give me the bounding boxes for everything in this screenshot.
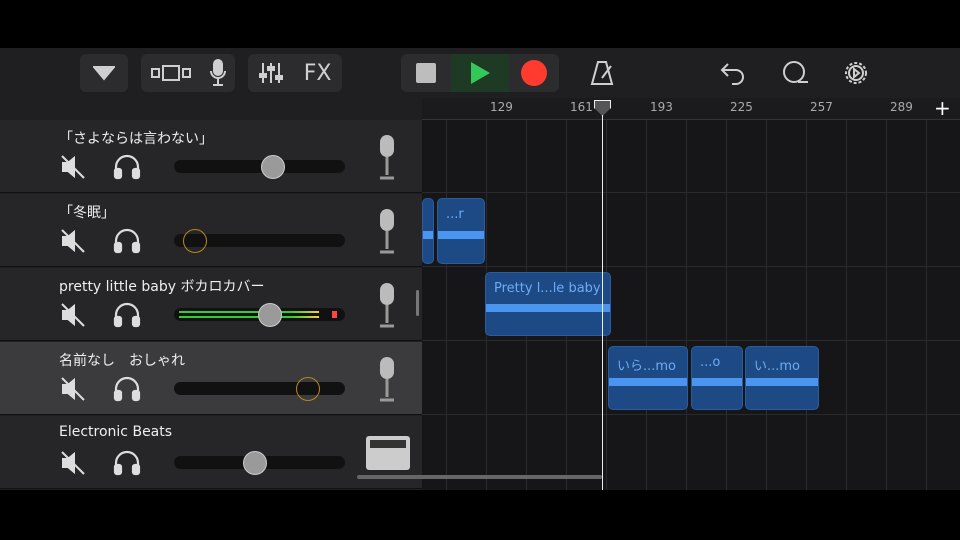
region-name: いら...mo (617, 359, 677, 374)
row-divider (422, 266, 960, 267)
bar-label: 289 (890, 100, 913, 114)
microphone-instrument-icon (380, 283, 394, 328)
track-name: pretty little baby ボカロカバー (59, 279, 265, 295)
track-name: Electronic Beats (59, 424, 173, 440)
drum-machine-icon (366, 436, 410, 470)
volume-slider[interactable] (174, 155, 345, 179)
solo-headphones-icon[interactable] (113, 154, 141, 180)
microphone-instrument-icon (380, 209, 394, 254)
track-header[interactable]: pretty little baby ボカロカバー (0, 268, 422, 341)
browser-menu-button[interactable] (80, 54, 128, 92)
volume-slider[interactable] (174, 377, 345, 401)
mixer-icon[interactable] (258, 61, 283, 85)
ruler[interactable]: 129 161 193 225 257 289 + (422, 98, 960, 120)
grid-line (646, 120, 647, 490)
top-letterbox (0, 0, 960, 48)
grid-line (926, 120, 927, 490)
metronome-icon[interactable] (589, 60, 615, 86)
waveform (609, 378, 687, 386)
volume-slider[interactable] (174, 451, 345, 475)
track-name: 「冬眠」 (59, 205, 115, 221)
grid-line (806, 120, 807, 490)
mute-speaker-icon[interactable] (60, 302, 86, 328)
track-name: 名前なし おしゃれ (59, 353, 185, 369)
waveform (423, 231, 433, 239)
region-name: ...o (700, 355, 721, 370)
volume-knob[interactable] (243, 451, 267, 475)
solo-headphones-icon[interactable] (113, 376, 141, 402)
microphone-instrument-icon (380, 135, 394, 180)
volume-knob[interactable] (296, 377, 320, 401)
grid-line (446, 120, 447, 490)
volume-knob[interactable] (183, 229, 207, 253)
stop-button[interactable] (401, 54, 451, 92)
transport (401, 54, 559, 92)
track-header[interactable]: 「さよならは言わない」 (0, 120, 422, 193)
bar-label: 129 (490, 100, 513, 114)
playhead[interactable] (594, 100, 611, 490)
waveform (746, 378, 818, 386)
mute-speaker-icon[interactable] (60, 376, 86, 402)
row-divider (422, 340, 960, 341)
timeline[interactable]: 129 161 193 225 257 289 + ...r Pretty l..… (422, 98, 960, 490)
settings-icon[interactable] (842, 59, 870, 87)
vertical-scrollbar[interactable] (416, 290, 419, 316)
triangle-down-icon (93, 66, 115, 81)
audio-region[interactable]: い...mo (745, 346, 819, 410)
record-button[interactable] (509, 54, 559, 92)
audio-region[interactable]: Pretty l...le baby (485, 272, 611, 336)
volume-knob[interactable] (258, 303, 282, 327)
grid-line (846, 120, 847, 490)
audio-region[interactable]: ...o (691, 346, 743, 410)
mute-speaker-icon[interactable] (60, 154, 86, 180)
loop-browser-icon[interactable] (780, 60, 810, 86)
bar-label: 257 (810, 100, 833, 114)
add-section-button[interactable]: + (934, 98, 951, 120)
row-divider (422, 192, 960, 193)
region-name: Pretty l...le baby (494, 281, 601, 296)
mute-speaker-icon[interactable] (60, 450, 86, 476)
audio-region[interactable]: いら...mo (608, 346, 688, 410)
fx-button[interactable]: FX (304, 61, 332, 86)
mute-speaker-icon[interactable] (60, 228, 86, 254)
microphone-instrument-icon (380, 357, 394, 402)
bar-label: 225 (730, 100, 753, 114)
audio-region[interactable]: ...r (437, 198, 485, 264)
grid-line (766, 120, 767, 490)
volume-slider[interactable] (174, 303, 345, 327)
waveform (486, 304, 610, 312)
mix-group: FX (248, 54, 342, 92)
volume-knob[interactable] (261, 155, 285, 179)
track-header[interactable]: 「冬眠」 (0, 194, 422, 267)
solo-headphones-icon[interactable] (113, 450, 141, 476)
waveform (692, 378, 742, 386)
waveform (438, 231, 484, 239)
record-icon (521, 60, 547, 86)
horizontal-scrollbar[interactable] (357, 475, 602, 479)
undo-icon[interactable] (720, 60, 746, 86)
track-headers: 「さよならは言わない」 「冬眠」 pretty little baby ボカロカ… (0, 98, 422, 490)
stop-icon (416, 63, 436, 83)
solo-headphones-icon[interactable] (113, 302, 141, 328)
audio-region[interactable] (422, 198, 434, 264)
toolbar: FX (0, 48, 960, 98)
grid-line (886, 120, 887, 490)
play-icon (471, 62, 490, 84)
grid-line (686, 120, 687, 490)
track-name: 「さよならは言わない」 (59, 131, 213, 147)
view-group (141, 54, 235, 92)
tracks-view-icon[interactable] (150, 64, 192, 82)
grid-line (726, 120, 727, 490)
bar-label: 193 (650, 100, 673, 114)
volume-slider[interactable] (174, 229, 345, 253)
solo-headphones-icon[interactable] (113, 228, 141, 254)
track-header[interactable]: 名前なし おしゃれ (0, 342, 422, 415)
microphone-icon[interactable] (210, 59, 226, 87)
bar-label: 161 (570, 100, 593, 114)
row-divider (422, 414, 960, 415)
play-button[interactable] (451, 54, 509, 92)
region-name: い...mo (754, 359, 801, 374)
region-name: ...r (446, 207, 464, 222)
bottom-letterbox (0, 490, 960, 540)
